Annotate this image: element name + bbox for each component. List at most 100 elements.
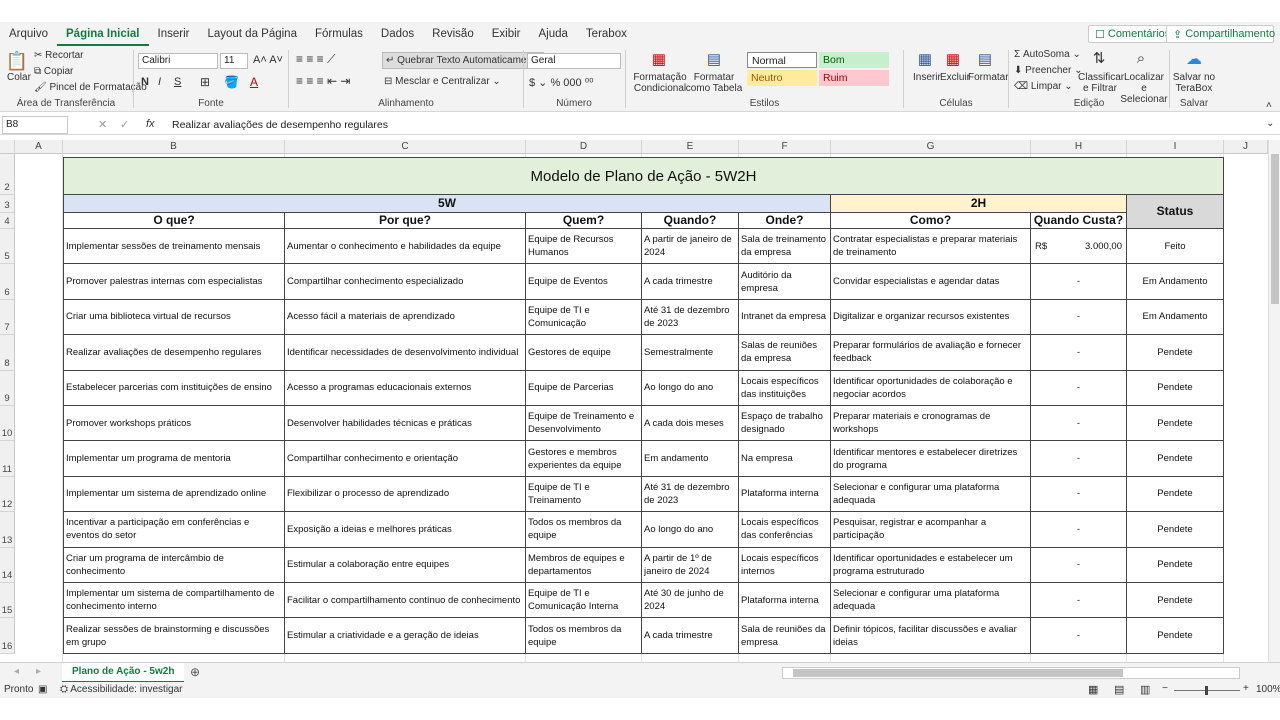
row-header-16[interactable]: 16 (0, 618, 15, 654)
collapse-ribbon-icon[interactable]: ˄ (1266, 100, 1272, 111)
cost-cell[interactable]: - (1031, 583, 1127, 619)
row-header-4[interactable]: 4 (0, 213, 15, 229)
table-cell[interactable]: Locais específicos internos (739, 547, 831, 583)
vertical-align-icons[interactable]: ≡ ≡ ≡ ⟋ (296, 52, 335, 67)
fill-button[interactable]: ⬇ Preencher ⌄ (1014, 65, 1082, 76)
zoom-level[interactable]: 100% (1256, 684, 1280, 695)
status-column-header[interactable]: Status (1127, 195, 1224, 229)
row-header-15[interactable]: 15 (0, 583, 15, 619)
table-cell[interactable]: Selecionar e configurar uma plataforma a… (831, 476, 1031, 513)
format-table-button[interactable]: Formatar como Tabela (685, 72, 743, 94)
table-cell[interactable]: Promover workshops práticos (63, 406, 285, 442)
italic-button[interactable]: I (158, 76, 161, 88)
delete-cells-button[interactable]: Excluir (940, 72, 970, 83)
status-cell[interactable]: Feito (1127, 229, 1224, 265)
add-sheet-icon[interactable]: ⊕ (190, 665, 200, 679)
column-title-5[interactable]: Como? (831, 213, 1031, 229)
conditional-format-button[interactable]: Formatação Condicional (631, 72, 689, 94)
table-cell[interactable]: Convidar especialistas e agendar datas (831, 264, 1031, 300)
table-cell[interactable]: Identificar mentores e estabelecer diret… (831, 441, 1031, 477)
sheet-title[interactable]: Modelo de Plano de Ação - 5W2H (63, 157, 1224, 195)
table-cell[interactable]: Todos os membros da equipe (526, 618, 642, 654)
fill-color-icon[interactable]: 🪣 (224, 75, 239, 89)
table-cell[interactable]: Salas de reuniões da empresa (739, 335, 831, 371)
font-size-select[interactable]: 11 (220, 53, 248, 69)
style-normal[interactable]: Normal (747, 52, 817, 68)
table-cell[interactable]: Locais específicos das conferências (739, 512, 831, 548)
format-cells-button[interactable]: Formatar (968, 72, 1009, 83)
table-cell[interactable]: Gestores de equipe (526, 335, 642, 371)
share-button[interactable]: ⇪ Compartilhamento (1166, 25, 1275, 43)
paste-icon[interactable]: 📋 (6, 50, 28, 72)
next-sheet-icon[interactable]: ▸ (36, 666, 41, 677)
cut-button[interactable]: ✂ Recortar (34, 50, 84, 61)
cost-cell[interactable]: - (1031, 264, 1127, 300)
cost-cell[interactable]: - (1031, 370, 1127, 406)
table-cell[interactable]: Realizar avaliações de desempenho regula… (63, 335, 285, 371)
group-5w-header[interactable]: 5W (63, 195, 831, 213)
table-cell[interactable]: Identificar necessidades de desenvolvime… (285, 335, 526, 371)
row-header-5[interactable]: 5 (0, 229, 15, 265)
table-cell[interactable]: Compartilhar conhecimento e orientação (285, 441, 526, 477)
clear-button[interactable]: ⌫ Limpar ⌄ (1014, 81, 1073, 92)
table-cell[interactable]: Gestores e membros experientes da equipe (526, 441, 642, 477)
accessibility-status[interactable]: ⛭ Acessibilidade: investigar (60, 684, 183, 695)
table-cell[interactable]: Semestralmente (642, 335, 739, 371)
zoom-in-icon[interactable]: + (1243, 683, 1249, 694)
column-title-0[interactable]: O que? (63, 213, 285, 229)
page-layout-icon[interactable]: ▤ (1114, 683, 1124, 696)
style-ruim[interactable]: Ruim (819, 70, 889, 86)
function-icon[interactable]: fx (146, 118, 155, 130)
status-cell[interactable]: Em Andamento (1127, 264, 1224, 300)
wrap-text-button[interactable]: ↵ Quebrar Texto Automaticamente (382, 52, 545, 69)
delete-cells-icon[interactable]: ▦ (943, 50, 963, 68)
table-cell[interactable]: Acesso fácil a materiais de aprendizado (285, 299, 526, 336)
sheet-tab-plano[interactable]: Plano de Ação - 5w2h (62, 663, 185, 683)
cost-cell[interactable]: - (1031, 618, 1127, 654)
table-cell[interactable]: Ao longo do ano (642, 512, 739, 548)
cost-cell[interactable]: - (1031, 299, 1127, 336)
insert-cells-button[interactable]: Inserir (913, 72, 941, 83)
group-2h-header[interactable]: 2H (831, 195, 1127, 213)
font-name-select[interactable]: Calibri (138, 53, 218, 69)
table-cell[interactable]: Equipe de Treinamento e Desenvolvimento (526, 406, 642, 442)
vertical-scrollbar[interactable] (1268, 140, 1280, 662)
table-cell[interactable]: Equipe de TI e Treinamento (526, 476, 642, 513)
status-cell[interactable]: Pendete (1127, 441, 1224, 477)
table-cell[interactable]: Sala de treinamento da empresa (739, 229, 831, 265)
table-cell[interactable]: Criar uma biblioteca virtual de recursos (63, 299, 285, 336)
table-cell[interactable]: Selecionar e configurar uma plataforma a… (831, 583, 1031, 619)
copy-button[interactable]: ⧉ Copiar (34, 66, 73, 77)
table-cell[interactable]: Estimular a criatividade e a geração de … (285, 618, 526, 654)
save-terabox-button[interactable]: Salvar no TeraBox (1171, 72, 1217, 94)
macro-record-icon[interactable]: ▣ (38, 684, 47, 695)
table-cell[interactable]: Até 31 de dezembro de 2023 (642, 476, 739, 513)
row-header-14[interactable]: 14 (0, 547, 15, 583)
column-header-H[interactable]: H (1031, 140, 1127, 154)
table-cell[interactable]: Digitalizar e organizar recursos existen… (831, 299, 1031, 336)
underline-button[interactable]: S (174, 76, 181, 88)
column-header-F[interactable]: F (739, 140, 831, 154)
table-cell[interactable]: Na empresa (739, 441, 831, 477)
bold-button[interactable]: N (141, 76, 149, 88)
expand-formula-icon[interactable]: ⌄ (1266, 118, 1274, 129)
prev-sheet-icon[interactable]: ◂ (14, 666, 19, 677)
menu-item-3[interactable]: Layout da Página (198, 22, 306, 46)
borders-icon[interactable]: ⊞ (200, 75, 210, 89)
table-cell[interactable]: Exposição a ideias e melhores práticas (285, 512, 526, 548)
format-table-icon[interactable]: ▤ (704, 50, 724, 68)
menu-item-0[interactable]: Arquivo (0, 22, 57, 46)
menu-item-9[interactable]: Terabox (577, 22, 636, 46)
table-cell[interactable]: Até 30 de junho de 2024 (642, 583, 739, 619)
cost-cell[interactable]: - (1031, 406, 1127, 442)
column-header-C[interactable]: C (285, 140, 526, 154)
table-cell[interactable]: Sala de reuniões da empresa (739, 618, 831, 654)
menu-item-4[interactable]: Fórmulas (306, 22, 372, 46)
menu-item-2[interactable]: Inserir (149, 22, 199, 46)
row-header-8[interactable]: 8 (0, 335, 15, 371)
comments-button[interactable]: ☐ Comentários (1088, 25, 1178, 43)
table-cell[interactable]: Equipe de Eventos (526, 264, 642, 300)
sort-filter-icon[interactable]: ⇅ (1088, 48, 1110, 68)
row-header-13[interactable]: 13 (0, 512, 15, 548)
grow-font-icon[interactable]: A˄ A˅ (253, 54, 283, 66)
